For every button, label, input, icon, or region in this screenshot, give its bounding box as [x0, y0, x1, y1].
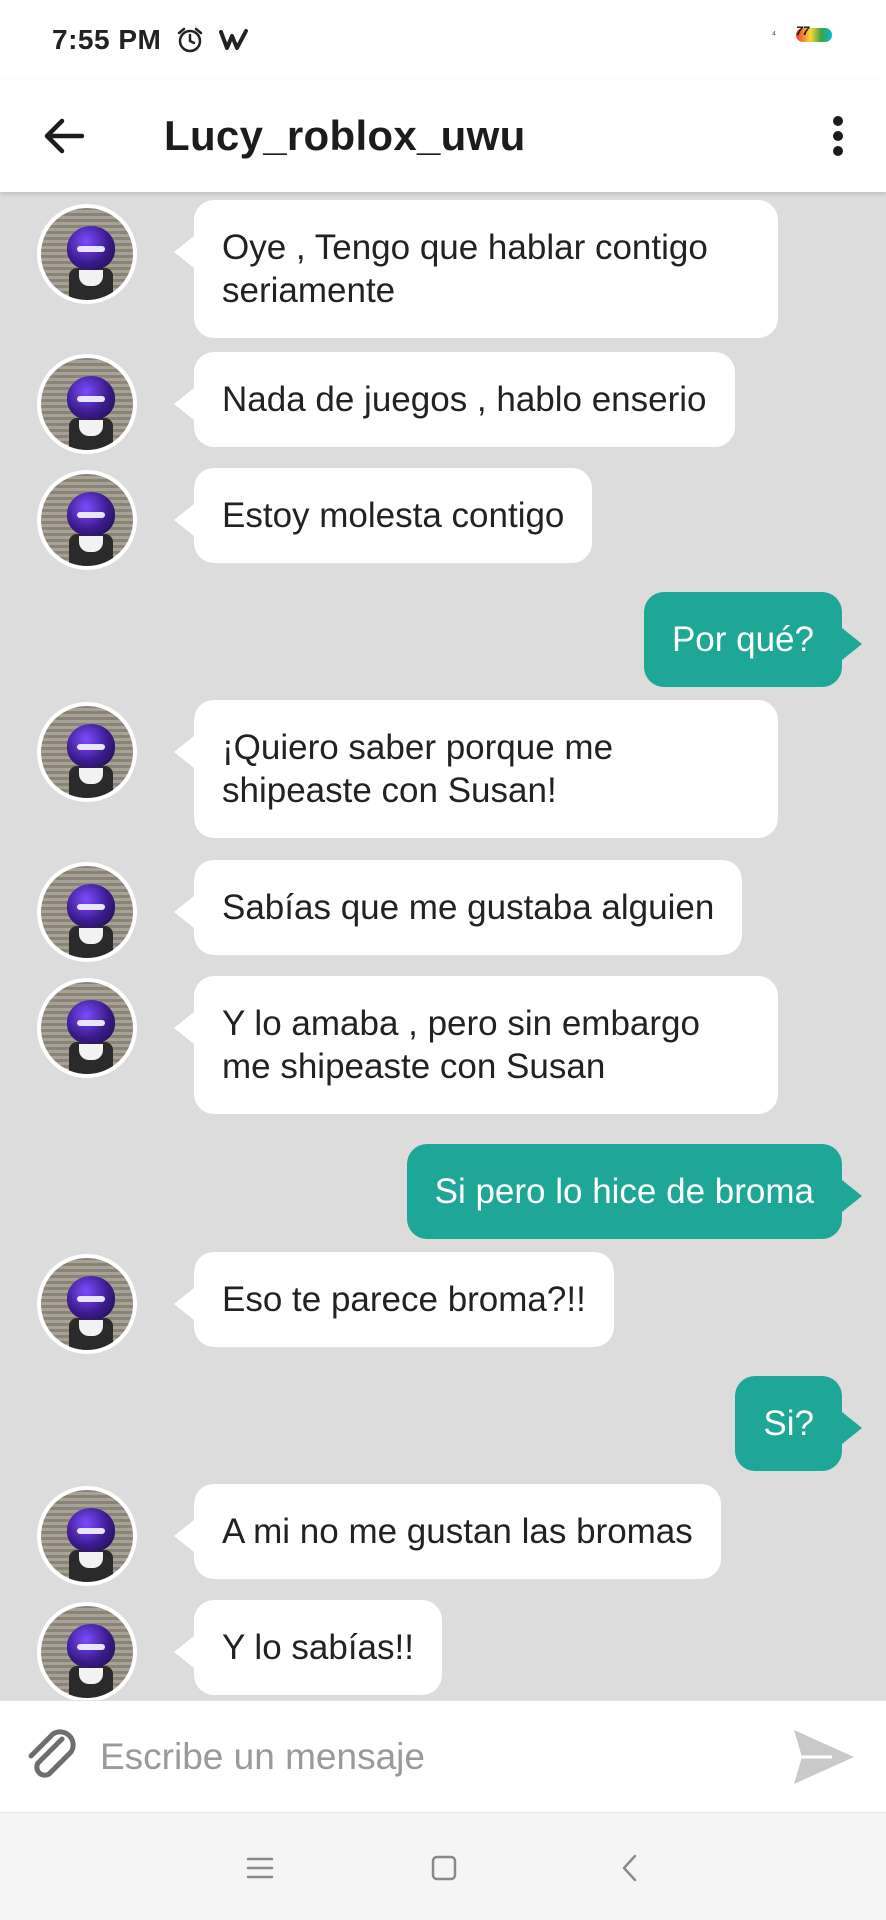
avatar[interactable]	[37, 862, 137, 962]
status-time: 7:55 PM	[52, 24, 162, 55]
recent-apps-button[interactable]	[230, 1843, 290, 1893]
message-bubble[interactable]: Eso te parece broma?!!	[174, 1252, 614, 1347]
message-bubble[interactable]: A mi no me gustan las bromas	[174, 1484, 721, 1579]
home-square-icon	[431, 1855, 457, 1881]
back-chevron-icon	[622, 1854, 637, 1882]
attach-button[interactable]	[12, 1717, 92, 1797]
more-vertical-icon	[833, 116, 843, 156]
message-bubble[interactable]: Oye , Tengo que hablar contigo seriament…	[174, 200, 778, 338]
message-bubble[interactable]: Si pero lo hice de broma	[406, 1144, 863, 1239]
message-bubble[interactable]: Nada de juegos , hablo enserio	[174, 352, 735, 447]
message-bubble[interactable]: ¡Quiero saber porque me shipeaste con Su…	[174, 700, 778, 838]
paperclip-icon	[28, 1728, 76, 1778]
message-input[interactable]	[100, 1721, 770, 1792]
message-bubble[interactable]: Si?	[735, 1376, 862, 1471]
avatar[interactable]	[37, 204, 137, 304]
battery-icon: 77	[796, 24, 832, 42]
message-list[interactable]: Oye , Tengo que hablar contigo seriament…	[0, 192, 886, 1700]
avatar[interactable]	[37, 1486, 137, 1586]
avatar[interactable]	[37, 1254, 137, 1354]
send-icon	[794, 1730, 854, 1784]
chat-title: Lucy_roblox_uwu	[164, 112, 526, 159]
send-button[interactable]	[784, 1717, 864, 1797]
nav-back-button[interactable]	[600, 1843, 660, 1893]
system-nav-bar	[0, 1812, 886, 1920]
status-bar: 7:55 PM ⁴ 77	[0, 0, 886, 80]
back-button[interactable]	[24, 96, 104, 176]
alarm-icon	[175, 25, 205, 55]
status-right-icons: ⁴ 77	[771, 24, 832, 42]
message-bubble[interactable]: Estoy molesta contigo	[173, 468, 593, 563]
avatar[interactable]	[37, 470, 137, 570]
battery-level: 77	[796, 24, 810, 38]
signal-icon: ⁴	[771, 29, 776, 41]
avatar[interactable]	[37, 978, 137, 1078]
avatar[interactable]	[37, 354, 137, 454]
message-bubble[interactable]: Y lo sabías!!	[174, 1600, 442, 1695]
menu-icon	[246, 1857, 274, 1879]
message-bubble[interactable]: Sabías que me gustaba alguien	[173, 860, 743, 955]
composer-bar	[0, 1700, 886, 1812]
avatar[interactable]	[37, 1602, 137, 1700]
home-button[interactable]	[414, 1843, 474, 1893]
arrow-left-icon	[44, 118, 85, 154]
avatar[interactable]	[37, 702, 137, 802]
wattpad-icon	[219, 28, 249, 52]
message-bubble[interactable]: Por qué?	[643, 592, 863, 687]
chat-header: Lucy_roblox_uwu	[0, 80, 886, 192]
more-options-button[interactable]	[808, 96, 868, 176]
chat-screen: 7:55 PM ⁴ 77 Lucy_roblox_uwu Oye , Tengo…	[0, 0, 886, 1920]
message-bubble[interactable]: Y lo amaba , pero sin embargo me shipeas…	[174, 976, 778, 1114]
